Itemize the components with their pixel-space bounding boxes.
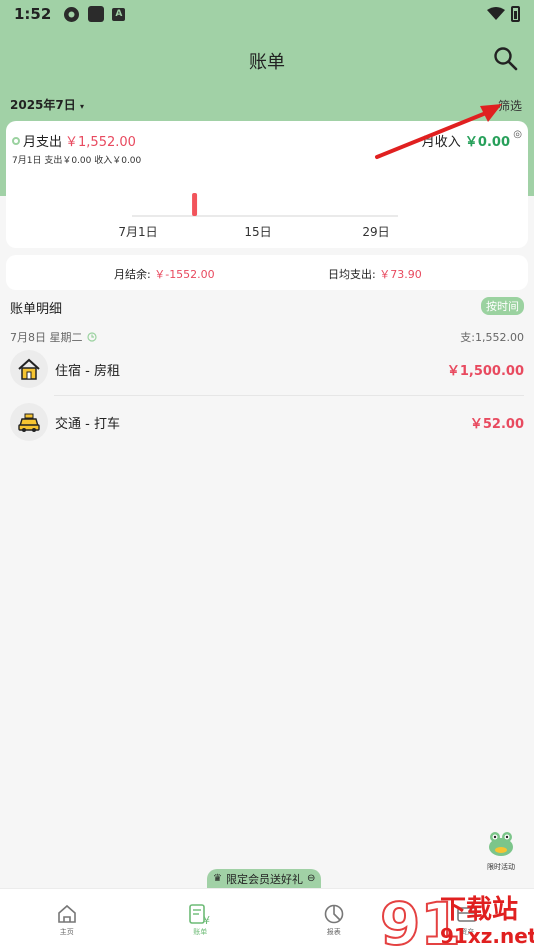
filter-button[interactable]: 筛选 <box>498 97 522 114</box>
balance-value: ￥-1552.00 <box>154 268 215 281</box>
activity-label: 限时活动 <box>487 863 515 871</box>
a-icon: A <box>112 7 126 21</box>
target-icon[interactable]: ◎ <box>513 129 522 140</box>
status-bar: 1:52 A <box>0 0 534 28</box>
tab-label: 主页 <box>59 927 74 936</box>
daily-summary: 7月1日 支出￥0.00 收入￥0.00 <box>12 156 142 166</box>
daily-average-value: ￥73.90 <box>379 268 422 281</box>
divider <box>54 395 524 396</box>
date-label: 7月8日 星期二 <box>10 331 83 344</box>
taxi-icon <box>10 403 48 441</box>
tab-label: 账单 <box>193 927 208 936</box>
page-title: 账单 <box>249 52 285 73</box>
activity-button[interactable]: 限时活动 <box>484 828 518 872</box>
tab-label: 报表 <box>326 927 341 936</box>
item-name: 住宿 - 房租 <box>55 363 120 379</box>
tick-label-day15: 15日 <box>244 225 271 239</box>
balance-label: 月结余: <box>114 268 151 281</box>
sort-button[interactable]: 按时间 <box>481 297 524 315</box>
chevron-down-icon: ▾ <box>79 102 84 111</box>
close-icon[interactable]: ⊖ <box>307 873 315 884</box>
frog-mascot-icon <box>489 832 513 856</box>
date-group-header: 7月8日 星期二 <box>10 329 97 345</box>
home-icon <box>57 904 76 923</box>
sync-icon <box>64 6 80 22</box>
month-label: 2025年7日 <box>10 98 76 112</box>
list-item[interactable]: 住宿 - 房租 ￥1,500.00 <box>10 347 524 391</box>
monthly-summary-card: 月支出 ￥1,552.00 月收入 ￥0.00 ◎ 7月1日 支出￥0.00 收… <box>6 121 528 248</box>
site-watermark: 91 下载站 91xz.net <box>380 889 534 950</box>
daily-average-label: 日均支出: <box>328 268 376 281</box>
crown-icon: ♛ <box>213 873 222 884</box>
item-amount: ￥1,500.00 <box>446 363 524 379</box>
radio-icon <box>12 136 20 145</box>
balance-card: 月结余: ￥-1552.00 日均支出: ￥73.90 <box>6 255 528 290</box>
svg-text:¥: ¥ <box>203 914 210 925</box>
promo-label: 限定会员送好礼 <box>225 872 303 886</box>
item-amount: ￥52.00 <box>469 416 524 432</box>
promo-banner[interactable]: ♛ 限定会员送好礼 ⊖ <box>207 869 322 888</box>
watermark-site: 91xz.net <box>440 924 534 948</box>
income-value: ￥0.00 <box>464 135 510 150</box>
item-name: 交通 - 打车 <box>55 416 120 432</box>
house-icon <box>10 350 48 388</box>
watermark-title: 下载站 <box>440 895 518 925</box>
clock-icon <box>86 332 97 342</box>
expense-bar-chart: 7月1日 15日 29日 <box>118 193 398 239</box>
tab-bill[interactable]: ¥ 账单 <box>134 889 268 950</box>
month-selector[interactable]: 2025年7日 ▾ <box>10 96 84 113</box>
app-icon <box>88 6 105 22</box>
battery-icon <box>511 6 520 22</box>
income-label: 月收入 <box>421 135 461 150</box>
list-item[interactable]: 交通 - 打车 ￥52.00 <box>10 400 524 444</box>
expense-label: 月支出 <box>23 135 63 150</box>
expense-row[interactable]: 月支出 ￥1,552.00 <box>12 131 136 150</box>
tick-label-day29: 29日 <box>362 225 389 239</box>
income-row[interactable]: 月收入 ￥0.00 <box>422 131 510 150</box>
tab-home[interactable]: 主页 <box>0 889 134 950</box>
chart-bar-day-8 <box>192 193 198 216</box>
expense-value: ￥1,552.00 <box>65 135 136 150</box>
tick-label-day1: 7月1日 <box>118 225 157 239</box>
bill-icon: ¥ <box>189 903 210 925</box>
search-icon[interactable] <box>492 45 520 73</box>
report-icon <box>324 904 344 923</box>
wifi-icon <box>487 7 505 20</box>
status-time: 1:52 <box>14 5 52 23</box>
details-title: 账单明细 <box>10 302 63 317</box>
date-total: 支:1,552.00 <box>460 331 524 344</box>
